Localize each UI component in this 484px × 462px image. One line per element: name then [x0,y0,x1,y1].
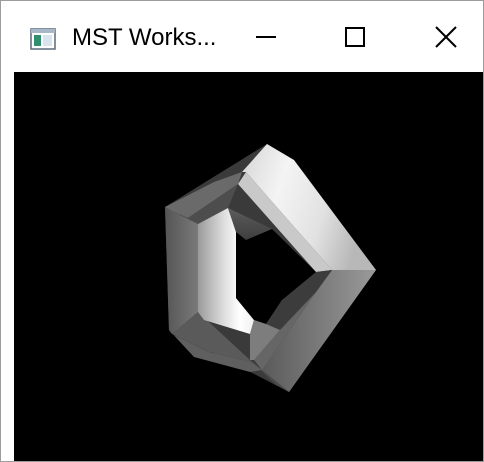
close-button[interactable] [406,1,483,72]
maximize-button[interactable] [315,1,395,72]
minimize-icon [256,35,276,38]
render-canvas[interactable] [14,72,483,461]
title-bar[interactable]: MST Works... [1,1,483,72]
shaded-pentagonal-ring [165,144,376,392]
app-window: MST Works... [0,0,484,462]
window-title: MST Works... [72,24,217,51]
maximize-icon [345,26,365,47]
minimize-button[interactable] [226,1,306,72]
close-icon [435,25,457,48]
window-app-icon[interactable] [30,26,56,52]
